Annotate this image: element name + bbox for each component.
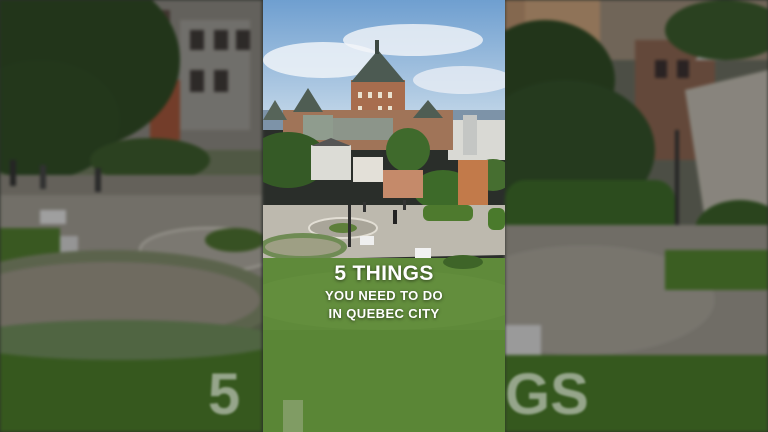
ghost-text-right: GS <box>505 362 589 427</box>
ghost-text-left: 5 <box>208 362 241 427</box>
overlay-title: 5 THINGS YOU NEED TO DO IN QUEBEC CITY <box>263 262 505 322</box>
title-line-1: 5 THINGS <box>334 262 434 285</box>
title-line-3: IN QUEBEC CITY <box>328 306 440 322</box>
title-line-2: YOU NEED TO DO <box>324 288 444 304</box>
photo-quebec-city <box>263 0 505 432</box>
video-thumbnail: 5 GS 5 THINGS YOU NEED TO DO IN QUEBEC C… <box>0 0 768 432</box>
